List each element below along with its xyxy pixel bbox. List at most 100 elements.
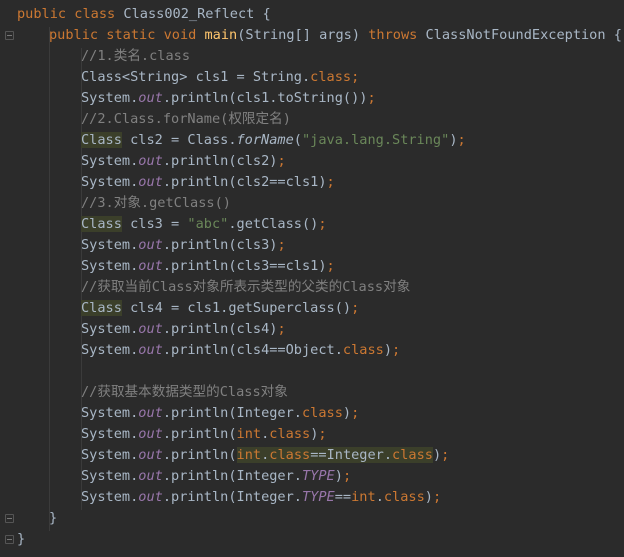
code-token: System. bbox=[81, 447, 139, 463]
fold-icon[interactable] bbox=[5, 514, 14, 523]
code-token: //3.对象.getClass() bbox=[81, 195, 231, 211]
code-token: ==Integer. bbox=[310, 447, 393, 463]
code-line[interactable]: System.out.println(cls3); bbox=[81, 235, 286, 256]
code-token: ; bbox=[326, 174, 335, 190]
code-line[interactable]: System.out.println(int.class==Integer.cl… bbox=[81, 445, 449, 466]
code-token: Class002_Reflect { bbox=[123, 6, 271, 22]
code-token: System. bbox=[81, 489, 139, 505]
code-line[interactable]: //获取基本数据类型的Class对象 bbox=[81, 382, 288, 403]
code-token: ) bbox=[449, 132, 458, 148]
code-token: ) bbox=[342, 405, 352, 421]
code-token: ) bbox=[424, 489, 433, 505]
code-token: (String[] args) bbox=[237, 27, 369, 43]
code-token: .println( bbox=[162, 426, 237, 442]
code-token: ; bbox=[351, 300, 360, 316]
code-token: out bbox=[138, 447, 163, 463]
code-token: System. bbox=[81, 468, 139, 484]
code-token: ; bbox=[351, 69, 360, 85]
code-token: ; bbox=[277, 321, 286, 337]
code-editor[interactable]: public class Class002_Reflect {public st… bbox=[0, 0, 624, 557]
code-token: .println(cls3) bbox=[162, 237, 278, 253]
indent-guide bbox=[49, 27, 50, 531]
code-token: ; bbox=[277, 237, 286, 253]
code-token: public static void bbox=[49, 27, 205, 43]
code-line[interactable]: System.out.println(cls1.toString()); bbox=[81, 88, 376, 109]
fold-icon[interactable] bbox=[5, 31, 14, 40]
code-line[interactable]: System.out.println(Integer.TYPE); bbox=[81, 466, 351, 487]
code-token: ; bbox=[432, 489, 442, 505]
code-token: Class<String> cls1 = String. bbox=[81, 69, 311, 85]
code-token: System. bbox=[81, 258, 139, 274]
code-token: == bbox=[334, 489, 352, 505]
code-line[interactable]: System.out.println(int.class); bbox=[81, 424, 327, 445]
code-line[interactable]: System.out.println(Integer.class); bbox=[81, 403, 359, 424]
code-token: } bbox=[17, 531, 26, 547]
code-line[interactable]: } bbox=[49, 508, 57, 529]
code-token: out bbox=[138, 489, 163, 505]
code-line[interactable]: public static void main(String[] args) t… bbox=[49, 25, 622, 46]
code-token: out bbox=[138, 426, 163, 442]
code-line[interactable]: System.out.println(cls3==cls1); bbox=[81, 256, 335, 277]
code-token: ; bbox=[367, 90, 376, 106]
code-token: .println(cls2==cls1) bbox=[162, 174, 327, 190]
code-token: Class bbox=[81, 216, 122, 232]
code-line[interactable]: //3.对象.getClass() bbox=[81, 193, 231, 214]
code-line[interactable]: public class Class002_Reflect { bbox=[17, 4, 271, 25]
code-token: class bbox=[383, 489, 425, 505]
code-line[interactable]: Class<String> cls1 = String.class; bbox=[81, 67, 359, 88]
code-token: cls3 = bbox=[121, 216, 188, 232]
code-line[interactable]: //2.Class.forName(权限定名) bbox=[81, 109, 291, 130]
code-token: out bbox=[138, 153, 163, 169]
code-line[interactable]: System.out.println(cls4==Object.class); bbox=[81, 340, 400, 361]
code-token: .println(cls3==cls1) bbox=[162, 258, 327, 274]
code-token: class bbox=[269, 447, 311, 463]
code-line[interactable]: System.out.println(cls2==cls1); bbox=[81, 172, 335, 193]
code-token: out bbox=[138, 174, 163, 190]
code-token: main bbox=[204, 27, 238, 43]
code-line[interactable]: System.out.println(cls2); bbox=[81, 151, 286, 172]
code-token: . bbox=[375, 489, 384, 505]
code-token: System. bbox=[81, 153, 139, 169]
code-token: out bbox=[138, 237, 163, 253]
code-token: .println(cls4) bbox=[162, 321, 278, 337]
code-token: ; bbox=[392, 342, 401, 358]
code-line[interactable]: Class cls3 = "abc".getClass(); bbox=[81, 214, 327, 235]
code-token: .println(cls2) bbox=[162, 153, 278, 169]
code-token: System. bbox=[81, 174, 139, 190]
code-token: .println(Integer. bbox=[162, 489, 302, 505]
code-token: //1.类名.class bbox=[81, 48, 191, 64]
code-token: ; bbox=[342, 468, 352, 484]
code-line[interactable]: } bbox=[17, 529, 25, 550]
code-token: class bbox=[302, 405, 343, 421]
code-token: System. bbox=[81, 426, 139, 442]
code-token: class bbox=[269, 426, 311, 442]
code-token: cls4 = cls1.getSuperclass() bbox=[121, 300, 352, 316]
code-line[interactable]: //获取当前Class对象所表示类型的父类的Class对象 bbox=[81, 277, 410, 298]
code-token: System. bbox=[81, 321, 139, 337]
code-token: System. bbox=[81, 237, 139, 253]
fold-icon[interactable] bbox=[5, 535, 14, 544]
code-token: .println(Integer. bbox=[162, 405, 302, 421]
code-token: System. bbox=[81, 405, 139, 421]
code-token: class bbox=[310, 69, 352, 85]
code-token: System. bbox=[81, 90, 139, 106]
code-line[interactable]: Class cls4 = cls1.getSuperclass(); bbox=[81, 298, 359, 319]
code-token: //2.Class.forName(权限定名) bbox=[81, 111, 291, 127]
code-token: out bbox=[138, 405, 163, 421]
code-line[interactable]: //1.类名.class bbox=[81, 46, 190, 67]
code-token: int bbox=[236, 447, 262, 463]
code-token: ) bbox=[383, 342, 393, 358]
code-token: System. bbox=[81, 342, 139, 358]
code-line[interactable]: System.out.println(cls4); bbox=[81, 319, 286, 340]
code-token: //获取当前Class对象所表示类型的父类的Class对象 bbox=[81, 279, 411, 295]
code-token: throws bbox=[368, 27, 426, 43]
code-token: //获取基本数据类型的Class对象 bbox=[81, 384, 288, 400]
code-token: Class bbox=[81, 300, 122, 316]
code-token: public class bbox=[17, 6, 124, 22]
code-token: ; bbox=[277, 153, 286, 169]
code-token: .println(cls4==Object. bbox=[162, 342, 343, 358]
code-line[interactable]: System.out.println(Integer.TYPE==int.cla… bbox=[81, 487, 441, 508]
code-token: TYPE bbox=[302, 468, 335, 484]
code-token: "java.lang.String" bbox=[301, 132, 450, 148]
code-line[interactable]: Class cls2 = Class.forName("java.lang.St… bbox=[81, 130, 466, 151]
